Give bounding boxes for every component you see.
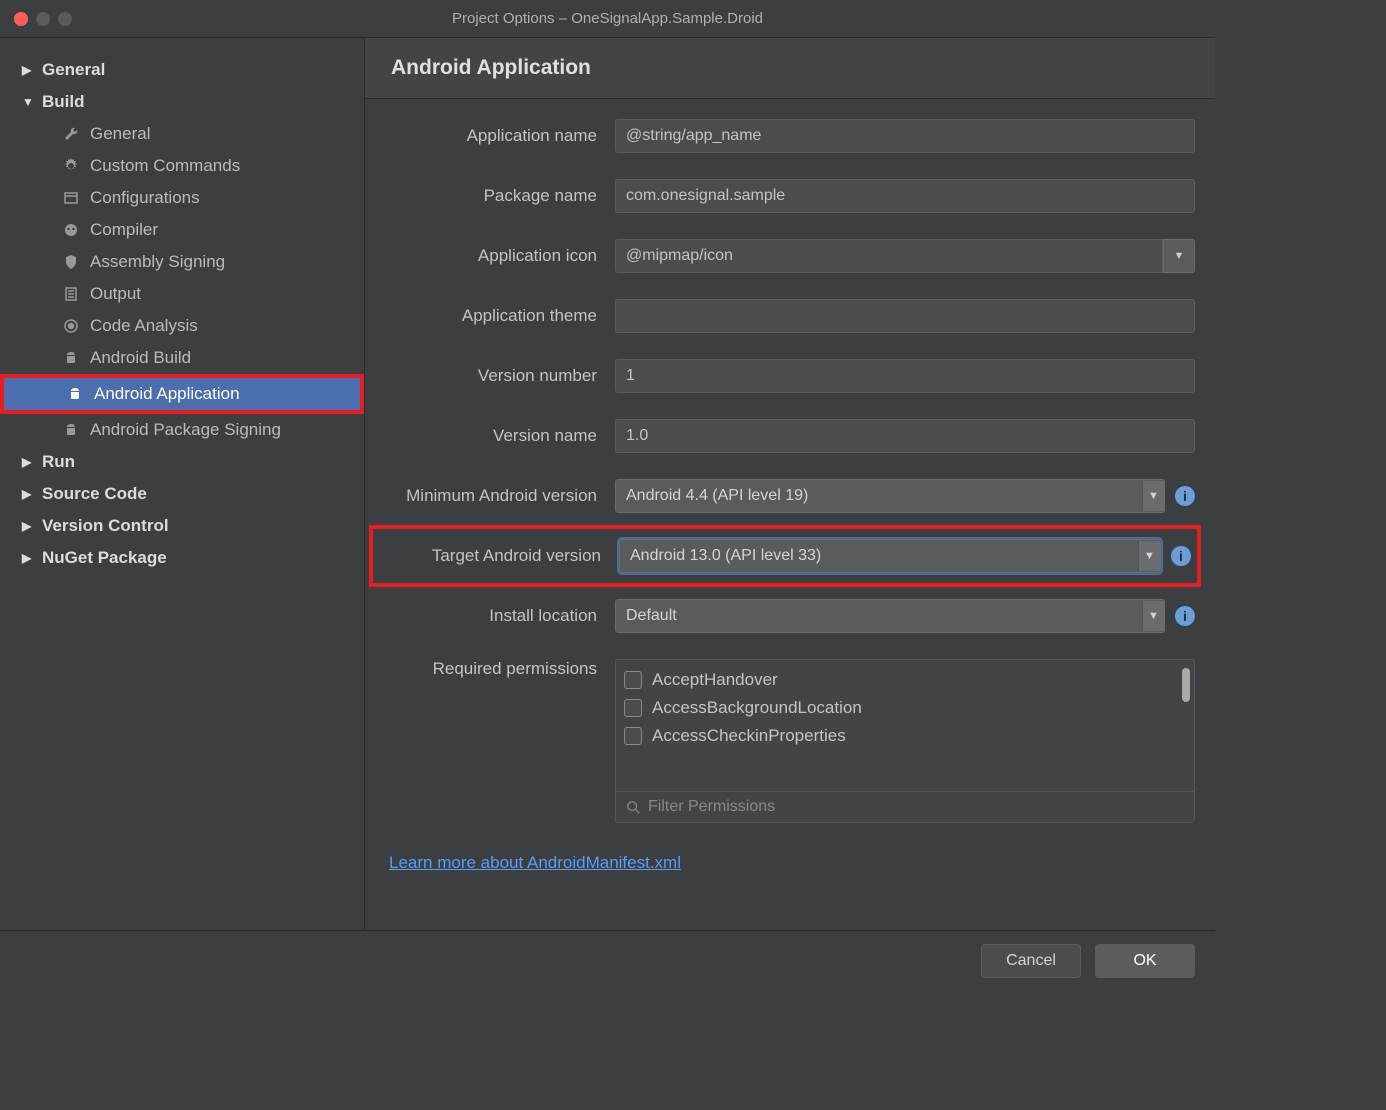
- sidebar-item-code-analysis[interactable]: Code Analysis: [0, 310, 364, 342]
- chevron-down-icon: ▼: [22, 95, 34, 109]
- window-icon: [62, 189, 80, 207]
- close-window-button[interactable]: [14, 12, 28, 26]
- sidebar-item-build-general[interactable]: General: [0, 118, 364, 150]
- sidebar-item-nuget-package[interactable]: ▶ NuGet Package: [0, 542, 364, 574]
- sidebar-item-source-code[interactable]: ▶ Source Code: [0, 478, 364, 510]
- scrollbar[interactable]: [1182, 668, 1190, 702]
- android-icon: [66, 385, 84, 403]
- gear-icon: [62, 157, 80, 175]
- cancel-button[interactable]: Cancel: [981, 944, 1081, 978]
- select-target-version[interactable]: Android 13.0 (API level 33) ▼: [619, 539, 1161, 573]
- search-icon: [626, 800, 640, 814]
- chevron-down-icon: ▼: [1142, 481, 1164, 511]
- sidebar-item-android-application[interactable]: Android Application: [4, 378, 360, 410]
- input-app-name[interactable]: @string/app_name: [615, 119, 1195, 153]
- project-options-window: Project Options – OneSignalApp.Sample.Dr…: [0, 0, 1215, 990]
- android-icon: [62, 349, 80, 367]
- robot-icon: [62, 221, 80, 239]
- permission-item[interactable]: AccessCheckinProperties: [624, 722, 1186, 750]
- sidebar-item-android-package-signing[interactable]: Android Package Signing: [0, 414, 364, 446]
- window-title: Project Options – OneSignalApp.Sample.Dr…: [452, 10, 763, 27]
- target-version-highlight: Target Android version Android 13.0 (API…: [369, 525, 1201, 587]
- label-app-name: Application name: [375, 126, 615, 146]
- permissions-list: AcceptHandover AccessBackgroundLocation …: [615, 659, 1195, 823]
- info-icon[interactable]: i: [1175, 606, 1195, 626]
- chevron-right-icon: ▶: [22, 63, 34, 77]
- permission-item[interactable]: AccessBackgroundLocation: [624, 694, 1186, 722]
- sidebar-item-build[interactable]: ▼ Build: [0, 86, 364, 118]
- label-app-icon: Application icon: [375, 246, 615, 266]
- label-min-version: Minimum Android version: [375, 486, 615, 506]
- sidebar: ▶ General ▼ Build General Custom Command…: [0, 38, 365, 930]
- permissions-filter[interactable]: Filter Permissions: [616, 791, 1194, 822]
- sidebar-item-general[interactable]: ▶ General: [0, 54, 364, 86]
- input-version-name[interactable]: 1.0: [615, 419, 1195, 453]
- checkbox[interactable]: [624, 699, 642, 717]
- page-title: Android Application: [365, 38, 1215, 99]
- label-install-location: Install location: [375, 606, 615, 626]
- target-icon: [62, 317, 80, 335]
- sidebar-item-custom-commands[interactable]: Custom Commands: [0, 150, 364, 182]
- checkbox[interactable]: [624, 727, 642, 745]
- info-icon[interactable]: i: [1175, 486, 1195, 506]
- input-app-theme[interactable]: [615, 299, 1195, 333]
- sidebar-item-configurations[interactable]: Configurations: [0, 182, 364, 214]
- label-target-version: Target Android version: [379, 546, 619, 566]
- sidebar-item-output[interactable]: Output: [0, 278, 364, 310]
- label-app-theme: Application theme: [375, 306, 615, 326]
- chevron-down-icon: ▼: [1138, 541, 1160, 571]
- android-icon: [62, 421, 80, 439]
- chevron-right-icon: ▶: [22, 487, 34, 501]
- sidebar-item-version-control[interactable]: ▶ Version Control: [0, 510, 364, 542]
- chevron-right-icon: ▶: [22, 551, 34, 565]
- dialog-footer: Cancel OK: [0, 930, 1215, 990]
- content-area: ▶ General ▼ Build General Custom Command…: [0, 38, 1215, 930]
- sidebar-item-android-build[interactable]: Android Build: [0, 342, 364, 374]
- minimize-window-button[interactable]: [36, 12, 50, 26]
- learn-more-link[interactable]: Learn more about AndroidManifest.xml: [389, 853, 681, 872]
- chevron-down-icon: ▼: [1142, 601, 1164, 631]
- document-icon: [62, 285, 80, 303]
- input-version-number[interactable]: 1: [615, 359, 1195, 393]
- select-install-location[interactable]: Default ▼: [615, 599, 1165, 633]
- badge-icon: [62, 253, 80, 271]
- sidebar-item-assembly-signing[interactable]: Assembly Signing: [0, 246, 364, 278]
- chevron-right-icon: ▶: [22, 519, 34, 533]
- label-package-name: Package name: [375, 186, 615, 206]
- label-version-number: Version number: [375, 366, 615, 386]
- input-package-name[interactable]: com.onesignal.sample: [615, 179, 1195, 213]
- chevron-right-icon: ▶: [22, 455, 34, 469]
- select-min-version[interactable]: Android 4.4 (API level 19) ▼: [615, 479, 1165, 513]
- maximize-window-button[interactable]: [58, 12, 72, 26]
- info-icon[interactable]: i: [1171, 546, 1191, 566]
- form-area: Application name @string/app_name Packag…: [365, 99, 1215, 883]
- permission-item[interactable]: AcceptHandover: [624, 666, 1186, 694]
- sidebar-selected-highlight: Android Application: [0, 374, 364, 414]
- sidebar-item-run[interactable]: ▶ Run: [0, 446, 364, 478]
- window-controls: [0, 12, 72, 26]
- checkbox[interactable]: [624, 671, 642, 689]
- label-required-permissions: Required permissions: [375, 659, 615, 679]
- main-panel: Android Application Application name @st…: [365, 38, 1215, 930]
- ok-button[interactable]: OK: [1095, 944, 1195, 978]
- dropdown-app-icon[interactable]: ▼: [1163, 239, 1195, 273]
- label-version-name: Version name: [375, 426, 615, 446]
- sidebar-item-compiler[interactable]: Compiler: [0, 214, 364, 246]
- wrench-icon: [62, 125, 80, 143]
- titlebar: Project Options – OneSignalApp.Sample.Dr…: [0, 0, 1215, 38]
- input-app-icon[interactable]: @mipmap/icon: [615, 239, 1163, 273]
